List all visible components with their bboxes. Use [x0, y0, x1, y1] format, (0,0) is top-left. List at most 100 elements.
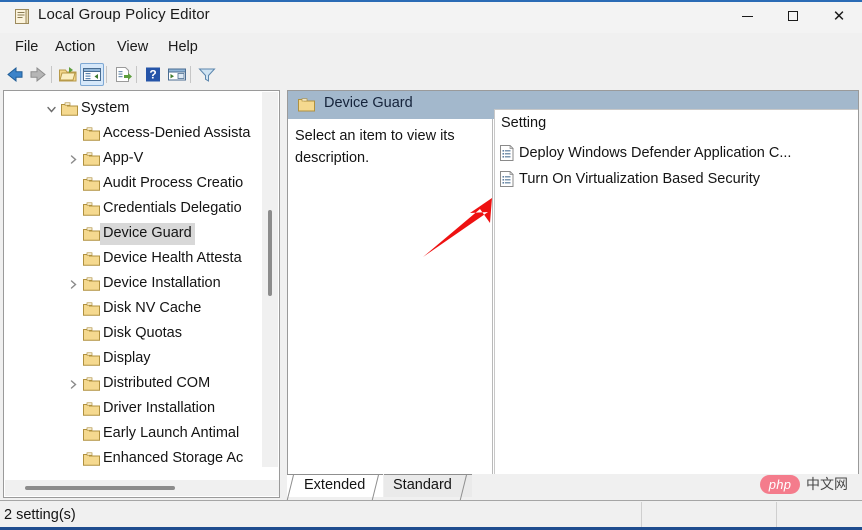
tree-item-label: App-V: [100, 148, 146, 170]
tree-item-app-v[interactable]: App-V: [4, 147, 264, 171]
tree-horizontal-scrollbar[interactable]: [5, 480, 279, 496]
status-bar: 2 setting(s): [0, 500, 862, 530]
settings-list-header: Setting: [495, 110, 858, 138]
folder-icon: [83, 277, 100, 291]
folder-icon: [83, 427, 100, 441]
folder-icon: [83, 302, 100, 316]
maximize-icon: [788, 11, 798, 21]
title-bar: Local Group Policy Editor ✕: [0, 0, 862, 34]
folder-icon: [83, 152, 100, 166]
folder-icon: [83, 177, 100, 191]
properties-icon[interactable]: [166, 64, 188, 85]
toolbar: ?: [0, 61, 862, 89]
results-header-title: Device Guard: [324, 95, 413, 111]
menu-item-view[interactable]: View: [110, 36, 155, 58]
tree-item-label: Disk NV Cache: [100, 298, 204, 320]
tree-item-display[interactable]: Display: [4, 347, 264, 371]
local-group-policy-editor-window: Local Group Policy Editor ✕ FileAction Vi…: [0, 0, 862, 530]
settings-list-row-label: Deploy Windows Defender Application C...: [519, 145, 791, 161]
settings-list-panel: Setting Deploy Windows Defender Applicat…: [494, 109, 858, 497]
menu-bar: FileAction View Help: [0, 33, 862, 61]
tree-item-label: Audit Process Creatio: [100, 173, 246, 195]
help-icon[interactable]: ?: [142, 64, 164, 85]
settings-list-row[interactable]: Deploy Windows Defender Application C...: [495, 140, 855, 166]
status-bar-divider: [776, 502, 777, 530]
folder-icon: [83, 202, 100, 216]
content-area: SystemAccess-Denied AssistaApp-V Audit Pr…: [0, 88, 862, 500]
minimize-button[interactable]: [724, 0, 770, 32]
tree-item-label: Credentials Delegatio: [100, 198, 245, 220]
tree-item-disk-quotas[interactable]: Disk Quotas: [4, 322, 264, 346]
folder-icon: [298, 98, 315, 112]
tree-horizontal-scrollbar-thumb[interactable]: [25, 486, 175, 490]
folder-icon: [83, 402, 100, 416]
tree-vertical-scrollbar[interactable]: [262, 92, 278, 467]
minimize-icon: [742, 16, 753, 17]
folder-icon: [83, 127, 100, 141]
tree-item-label: Display: [100, 348, 154, 370]
tree-item-device-guard[interactable]: Device Guard: [4, 222, 264, 246]
tree-item-label: Device Health Attesta: [100, 248, 245, 270]
tree-item-audit-process-creatio[interactable]: Audit Process Creatio: [4, 172, 264, 196]
tree-vertical-scrollbar-thumb[interactable]: [268, 210, 272, 296]
folder-icon: [83, 377, 100, 391]
status-bar-text: 2 setting(s): [4, 507, 76, 523]
tree-item-label: Early Launch Antimal: [100, 423, 242, 445]
policy-scroll-icon: [13, 8, 31, 26]
folder-icon: [83, 227, 100, 241]
menu-item-action[interactable]: Action: [48, 36, 102, 58]
toolbar-separator: [136, 66, 137, 83]
tree-item-device-health-attesta[interactable]: Device Health Attesta: [4, 247, 264, 271]
tree-item-label: System: [78, 98, 132, 120]
folder-icon: [83, 352, 100, 366]
folder-icon: [83, 327, 100, 341]
tree-item-enhanced-storage-ac[interactable]: Enhanced Storage Ac: [4, 447, 264, 471]
settings-list-row-label: Turn On Virtualization Based Security: [519, 171, 760, 187]
maximize-button[interactable]: [770, 0, 816, 32]
tree-item-label: Device Guard: [100, 223, 195, 245]
console-tree-panel: SystemAccess-Denied AssistaApp-V Audit Pr…: [3, 90, 280, 498]
chevron-right-icon[interactable]: [66, 372, 80, 396]
folder-icon: [83, 452, 100, 466]
tree-item-distributed-com[interactable]: Distributed COM: [4, 372, 264, 396]
tree-item-label: Disk Quotas: [100, 323, 185, 345]
watermark-suffix: 中文网: [806, 474, 848, 494]
svg-text:?: ?: [149, 68, 156, 82]
menu-item-file[interactable]: File: [8, 36, 45, 58]
tab-standard-label[interactable]: Standard: [393, 477, 452, 493]
show-hide-tree-icon[interactable]: [81, 64, 103, 85]
forward-icon: [27, 64, 49, 85]
tree-items-container: SystemAccess-Denied AssistaApp-V Audit Pr…: [4, 91, 264, 481]
chevron-right-icon[interactable]: [66, 147, 80, 171]
tree-item-device-installation[interactable]: Device Installation: [4, 272, 264, 296]
tree-item-credentials-delegatio[interactable]: Credentials Delegatio: [4, 197, 264, 221]
tree-item-access-denied-assista[interactable]: Access-Denied Assista: [4, 122, 264, 146]
tree-item-disk-nv-cache[interactable]: Disk NV Cache: [4, 297, 264, 321]
description-panel: Select an item to view its description.: [288, 119, 493, 497]
tree-clip-mask: [252, 92, 262, 467]
back-icon[interactable]: [4, 64, 26, 85]
toolbar-separator: [106, 66, 107, 83]
folder-icon: [83, 252, 100, 266]
export-list-icon[interactable]: [112, 64, 134, 85]
menu-item-help[interactable]: Help: [161, 36, 205, 58]
close-button[interactable]: ✕: [816, 0, 862, 32]
chevron-right-icon[interactable]: [66, 272, 80, 296]
column-header-setting[interactable]: Setting: [501, 115, 546, 131]
toolbar-separator: [190, 66, 191, 83]
window-title: Local Group Policy Editor: [38, 6, 210, 23]
filter-icon[interactable]: [196, 64, 218, 85]
tree-item-driver-installation[interactable]: Driver Installation: [4, 397, 264, 421]
settings-list-row[interactable]: Turn On Virtualization Based Security: [495, 166, 855, 192]
chevron-down-icon[interactable]: [44, 97, 58, 121]
tree-item-label: Driver Installation: [100, 398, 218, 420]
tree-item-system[interactable]: System: [4, 97, 264, 121]
tab-extended-label[interactable]: Extended: [304, 477, 365, 493]
policy-setting-icon: [500, 145, 514, 161]
policy-setting-icon: [500, 171, 514, 187]
tree-item-label: Device Installation: [100, 273, 224, 295]
watermark-brand: php: [760, 475, 800, 494]
up-folder-icon[interactable]: [57, 64, 79, 85]
close-icon: ✕: [833, 9, 846, 24]
tree-item-early-launch-antimal[interactable]: Early Launch Antimal: [4, 422, 264, 446]
